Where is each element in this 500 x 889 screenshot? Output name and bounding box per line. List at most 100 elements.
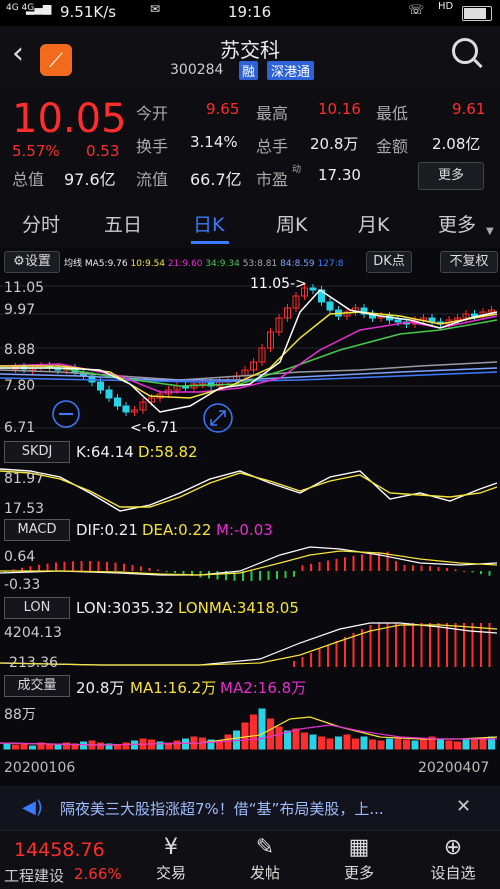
- skdj-d: D:58.82: [138, 443, 198, 461]
- notification-icon: ✉: [150, 2, 161, 16]
- macd-bar: [352, 555, 355, 571]
- ma-legend: 均线 MA5:9.76 10:9.54 21:9.60 34:9.34 53:8…: [64, 256, 343, 269]
- candle-body: [97, 381, 104, 391]
- kline-chart[interactable]: 11.05 9.97 8.88 7.80 6.71 11.05-> <-6.71: [0, 272, 500, 440]
- macd-bar: [157, 569, 159, 571]
- macd-dea: DEA:0.22: [142, 521, 212, 539]
- macd-bar: [46, 563, 49, 571]
- volume-bar: [241, 722, 249, 750]
- lon-bar: [335, 641, 338, 667]
- volume-bar: [156, 741, 164, 750]
- volume-bar: [173, 740, 181, 750]
- add-circle-icon: ⊕: [443, 835, 463, 860]
- volume-bar: [29, 745, 36, 750]
- lon-value: LON:3035.32: [76, 599, 174, 617]
- lon-bar: [318, 649, 321, 667]
- kline-y-4: 7.80: [4, 378, 35, 394]
- macd-y-top: 0.64: [4, 549, 35, 565]
- ma5-value: MA5:9.76: [84, 259, 128, 269]
- macd-bar: [293, 571, 295, 577]
- macd-bar: [233, 571, 236, 581]
- volume-bar: [97, 742, 104, 750]
- lon-bar: [403, 623, 406, 667]
- adjust-button[interactable]: 不复权: [440, 251, 498, 273]
- signal-icon: ▂▄▆: [26, 2, 52, 15]
- battery-icon: [462, 6, 492, 21]
- lon-y-bottom: -213.36: [4, 655, 58, 671]
- lon-bar: [352, 633, 355, 667]
- volume-bar: [250, 714, 257, 750]
- dk-point-button[interactable]: DK点: [366, 251, 412, 273]
- tab-more[interactable]: 更多: [438, 210, 476, 237]
- change-amount: 0.53: [86, 142, 120, 160]
- volume-bar: [352, 738, 359, 750]
- nav-watchlist-label: 设自选: [430, 864, 476, 882]
- pe-value: 17.30: [318, 166, 361, 184]
- open-value: 9.65: [206, 100, 240, 118]
- macd-bar: [38, 564, 40, 571]
- macd-bar: [174, 571, 176, 573]
- end-date: 20200407: [418, 760, 490, 776]
- lon-bar: [420, 623, 423, 667]
- volume-bar: [20, 743, 28, 750]
- tab-weekly-k[interactable]: 周K: [276, 210, 307, 237]
- news-text[interactable]: 隔夜美三大股指涨超7%！借“基”布局美股，上...: [60, 798, 384, 819]
- macd-bar: [488, 571, 491, 576]
- lon-bar: [412, 623, 414, 667]
- candlesticks: [12, 284, 495, 416]
- news-ticker[interactable]: ◀) 隔夜美三大股指涨超7%！借“基”布局美股，上... ✕: [0, 786, 500, 830]
- volume-ma1: MA1:16.2万: [130, 679, 217, 697]
- macd-bar: [301, 565, 304, 571]
- tab-intraday[interactable]: 分时: [22, 210, 60, 237]
- candle-body: [114, 397, 121, 407]
- close-icon[interactable]: ✕: [456, 796, 471, 817]
- lon-bar: [293, 661, 295, 667]
- edit-icon: ✎: [255, 835, 275, 860]
- macd-bar: [344, 557, 346, 571]
- macd-dif: DIF:0.21: [76, 521, 138, 539]
- tab-monthly-k[interactable]: 月K: [358, 210, 389, 237]
- tab-daily-k[interactable]: 日K: [193, 210, 224, 237]
- more-button[interactable]: 更多: [418, 162, 484, 190]
- nav-more-label: 更多: [343, 864, 374, 882]
- amount-label: 金额: [376, 137, 409, 156]
- kline-grid: [0, 285, 500, 429]
- macd-button[interactable]: MACD: [4, 519, 70, 541]
- volume-button[interactable]: 成交量: [4, 675, 70, 697]
- lon-button[interactable]: LON: [4, 597, 70, 619]
- volume-bar: [377, 740, 385, 750]
- nav-watchlist[interactable]: ⊕ 设自选: [418, 835, 488, 883]
- macd-bar: [123, 563, 125, 571]
- nav-trade-label: 交易: [155, 864, 186, 882]
- ma-title: 均线: [64, 259, 83, 269]
- macd-histogram: [4, 551, 491, 581]
- macd-bar: [267, 571, 270, 580]
- high-label: 最高: [256, 104, 289, 123]
- ma250-value: 127:8: [317, 259, 344, 269]
- change-percent: 5.57%: [12, 142, 60, 160]
- grid-icon: ▦: [348, 835, 370, 860]
- macd-bar: [480, 571, 482, 575]
- volume-bar: [403, 739, 410, 750]
- volume-bar: [224, 734, 232, 750]
- skdj-button[interactable]: SKDJ: [4, 441, 70, 463]
- nav-more[interactable]: ▦ 更多: [324, 835, 394, 883]
- macd-bar: [216, 571, 219, 580]
- nav-trade[interactable]: ¥ 交易: [136, 835, 206, 883]
- lon-bar: [327, 645, 329, 667]
- volume-bar: [284, 730, 291, 750]
- open-label: 今开: [136, 104, 169, 123]
- index-pct: 2.66%: [74, 865, 122, 883]
- volume-label: 总手: [256, 137, 289, 156]
- low-label: 最低: [376, 104, 409, 123]
- skdj-chart: 81.97 17.53: [0, 468, 498, 517]
- nav-post[interactable]: ✎ 发帖: [230, 835, 300, 883]
- pe-type: 动: [292, 165, 302, 175]
- candle-body: [122, 405, 130, 413]
- volume-bar: [420, 738, 427, 750]
- tab-five-day[interactable]: 五日: [104, 210, 142, 237]
- index-name: 工程建设: [4, 867, 65, 885]
- candle-body: [326, 301, 334, 311]
- zoom-out-icon[interactable]: [52, 400, 80, 428]
- settings-button[interactable]: ⚙设置: [4, 251, 60, 273]
